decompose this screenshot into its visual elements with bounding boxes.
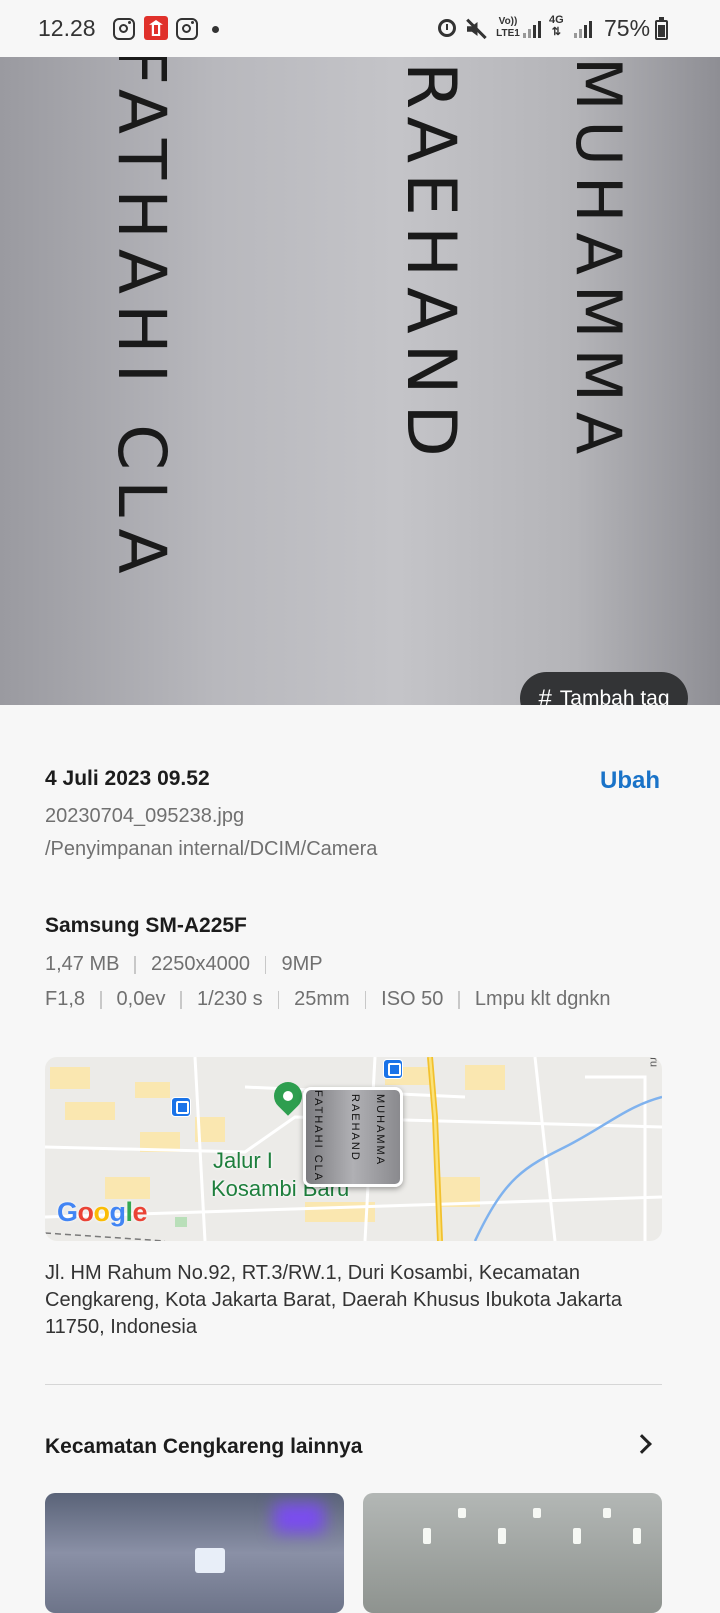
handwriting-line: FATHAHI CLA xyxy=(103,57,180,584)
hashtag-icon: # xyxy=(538,684,552,706)
shutter-speed: 1/230 s xyxy=(196,988,263,1010)
related-photo-thumbnail[interactable] xyxy=(45,1493,344,1613)
flash: Lmpu klt dgnkn xyxy=(474,988,611,1010)
google-logo: Google xyxy=(57,1197,148,1227)
related-photo-thumbnail[interactable] xyxy=(363,1493,662,1613)
handwriting-line: RAEHAND xyxy=(391,62,470,467)
thumbnail-text: RAEHAND xyxy=(349,1094,361,1162)
resolution: 2250x4000 xyxy=(150,953,250,975)
photo-preview[interactable]: MUHAMMA RAEHAND FATHAHI CLA # Tambah tag xyxy=(0,57,720,705)
camera-specs: F1,8 0,0ev 1/230 s 25mm ISO 50 Lmpu klt … xyxy=(45,988,611,1011)
battery-percent: 75% xyxy=(604,15,651,41)
volte-indicator: Vo)) LTE1 xyxy=(496,16,520,39)
bus-stop-icon xyxy=(171,1097,191,1117)
add-tag-label: Tambah tag xyxy=(559,686,670,706)
alarm-icon xyxy=(438,19,456,37)
signal-icon xyxy=(523,20,543,38)
thumbnail-text: FATHAHI CLA xyxy=(312,1090,324,1183)
divider xyxy=(45,1384,662,1385)
chevron-right-icon[interactable] xyxy=(632,1434,652,1454)
file-path: /Penyimpanan internal/DCIM/Camera xyxy=(45,838,378,860)
battery-icon xyxy=(655,17,668,40)
app-notification-icon xyxy=(144,16,168,40)
megapixels: 9MP xyxy=(281,953,323,975)
mute-icon xyxy=(465,18,487,40)
handwriting-line: MUHAMMA xyxy=(562,57,635,465)
iso: ISO 50 xyxy=(381,988,444,1010)
file-name: 20230704_095238.jpg xyxy=(45,805,245,827)
file-size: 1,47 MB xyxy=(45,953,120,975)
status-bar: 12.28 Vo)) LTE1 4G ⇅ 75% xyxy=(0,0,720,57)
more-notifications-dot-icon xyxy=(212,26,219,33)
bus-stop-icon xyxy=(383,1059,403,1079)
signal-icon xyxy=(574,20,594,38)
focal-length: 25mm xyxy=(294,988,350,1010)
add-tag-button[interactable]: # Tambah tag xyxy=(520,672,688,705)
exposure-value: 0,0ev xyxy=(116,988,166,1010)
network-4g-indicator: 4G ⇅ xyxy=(549,14,564,38)
instagram-icon xyxy=(176,18,198,40)
status-time: 12.28 xyxy=(38,15,96,41)
location-address: Jl. HM Rahum No.92, RT.3/RW.1, Duri Kosa… xyxy=(45,1262,623,1338)
instagram-icon xyxy=(113,18,135,40)
details-panel: 4 Juli 2023 09.52 Ubah 20230704_095238.j… xyxy=(0,705,720,1613)
photo-date: 4 Juli 2023 09.52 xyxy=(45,767,210,790)
map-place-label: Jalur I xyxy=(213,1148,273,1173)
thumbnail-text: MUHAMMA xyxy=(374,1094,386,1167)
aperture: F1,8 xyxy=(45,988,86,1010)
photo-location-thumbnail: MUHAMMA RAEHAND FATHAHI CLA xyxy=(303,1087,403,1187)
file-specs: 1,47 MB 2250x4000 9MP xyxy=(45,953,323,976)
related-section-title[interactable]: Kecamatan Cengkareng lainnya xyxy=(45,1435,362,1459)
device-model: Samsung SM-A225F xyxy=(45,914,247,937)
edit-button[interactable]: Ubah xyxy=(600,767,660,795)
location-map[interactable]: Jalur I Kosambi Baru Jl. Kembangan Baru … xyxy=(45,1057,662,1241)
map-street-label: Jl. Kembangan Baru xyxy=(648,1057,660,1067)
